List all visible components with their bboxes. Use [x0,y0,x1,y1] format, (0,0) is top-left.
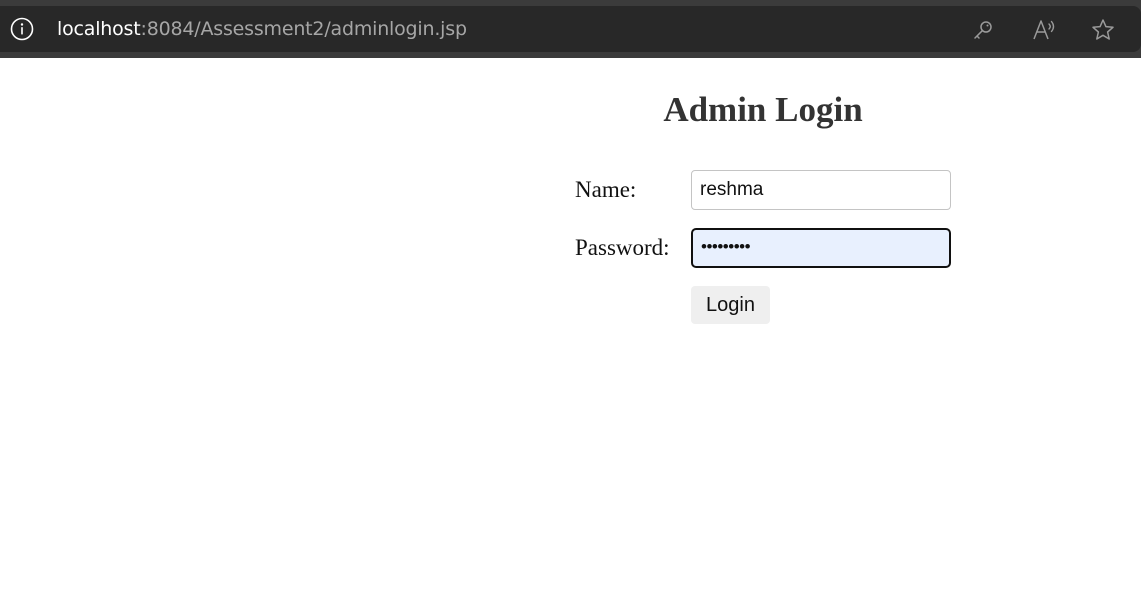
login-button[interactable]: Login [691,286,770,324]
key-icon[interactable] [971,18,995,42]
url-path: :8084/Assessment2/adminlogin.jsp [140,18,468,40]
name-input[interactable]: reshma [691,170,951,210]
url-text[interactable]: localhost:8084/Assessment2/adminlogin.js… [57,16,467,42]
read-aloud-icon[interactable] [1032,18,1056,42]
favorite-star-icon[interactable] [1091,18,1115,42]
name-label: Name: [575,177,637,202]
address-bar[interactable]: localhost:8084/Assessment2/adminlogin.js… [0,6,1141,52]
password-input[interactable]: ••••••••• [691,228,951,268]
password-label: Password: [575,235,670,260]
info-icon[interactable] [10,17,34,41]
page-title: Admin Login [663,90,863,129]
url-host: localhost [57,18,141,40]
browser-toolbar: localhost:8084/Assessment2/adminlogin.js… [0,0,1141,58]
